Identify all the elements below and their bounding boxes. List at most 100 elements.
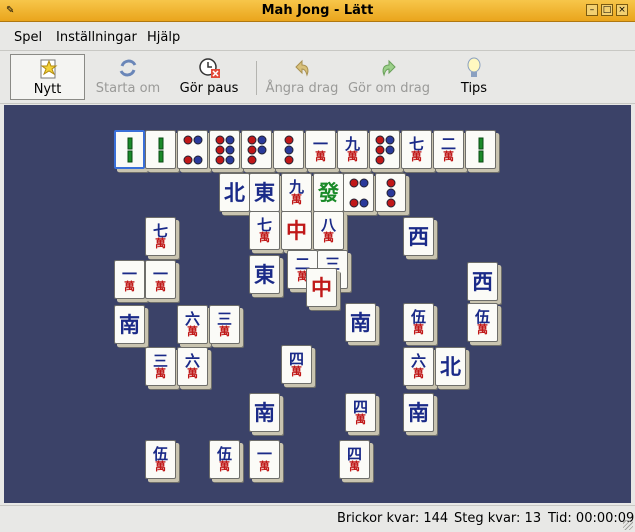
tile-glyph: 伍 <box>410 307 426 326</box>
mahjong-tile[interactable] <box>241 130 272 169</box>
circle-suit-icon <box>284 135 293 164</box>
tile-glyph: 南 <box>408 399 429 425</box>
tile-suit-glyph: 萬 <box>187 324 198 338</box>
mahjong-tile[interactable] <box>369 130 400 169</box>
mahjong-tile[interactable] <box>465 130 496 169</box>
bamboo-suit-icon <box>158 137 163 162</box>
game-board[interactable]: 一萬九萬七萬二萬北東九萬發七萬七萬中八萬西二萬三萬中東西一萬一萬南六萬三萬南伍萬… <box>4 105 631 503</box>
undo-button[interactable]: Ångra drag <box>264 54 340 100</box>
menu-spel[interactable]: Spel <box>14 30 42 45</box>
mahjong-tile[interactable]: 四萬 <box>281 345 312 384</box>
tile-suit-glyph: 萬 <box>219 324 230 338</box>
new-game-button[interactable]: Nytt <box>10 54 85 100</box>
pause-icon <box>174 57 244 79</box>
mahjong-tile[interactable]: 九萬 <box>281 173 312 212</box>
tile-suit-glyph: 萬 <box>259 230 270 244</box>
close-icon[interactable]: × <box>616 4 628 16</box>
mahjong-tile[interactable]: 伍萬 <box>209 440 240 479</box>
mahjong-tile[interactable]: 一萬 <box>249 440 280 479</box>
lightbulb-icon <box>450 57 498 79</box>
mahjong-tile[interactable]: 六萬 <box>177 347 208 386</box>
tile-suit-glyph: 萬 <box>349 459 360 473</box>
hint-button[interactable]: Tips <box>450 54 498 100</box>
mahjong-tile[interactable]: 七萬 <box>401 130 432 169</box>
tile-glyph: 發 <box>318 179 339 205</box>
mahjong-tile[interactable] <box>209 130 240 169</box>
tile-glyph: 中 <box>286 217 307 243</box>
tile-suit-glyph: 萬 <box>291 364 302 378</box>
mahjong-tile[interactable]: 七萬 <box>145 217 176 256</box>
mahjong-tile[interactable]: 二萬 <box>433 130 464 169</box>
mahjong-tile[interactable]: 中 <box>306 268 337 307</box>
maximize-icon[interactable]: □ <box>601 4 613 16</box>
tile-glyph: 東 <box>254 261 275 287</box>
menu-hjalp[interactable]: Hjälp <box>147 30 180 45</box>
mahjong-tile[interactable]: 西 <box>467 262 498 301</box>
title-bar: ✎ Mah Jong - Lätt – □ × <box>0 0 635 22</box>
tile-glyph: 七 <box>408 134 424 153</box>
tile-glyph: 一 <box>121 264 137 283</box>
tile-glyph: 六 <box>184 351 200 370</box>
mahjong-tile[interactable]: 南 <box>403 393 434 432</box>
tile-suit-glyph: 萬 <box>187 366 198 380</box>
circle-suit-icon <box>215 135 234 164</box>
tile-suit-glyph: 萬 <box>347 149 358 163</box>
mahjong-tile[interactable] <box>273 130 304 169</box>
mahjong-tile[interactable] <box>375 173 406 212</box>
mahjong-tile[interactable]: 三萬 <box>209 305 240 344</box>
mahjong-tile[interactable]: 東 <box>249 173 280 212</box>
tile-suit-glyph: 萬 <box>219 459 230 473</box>
mahjong-tile[interactable] <box>114 130 145 169</box>
pause-button[interactable]: Gör paus <box>174 54 244 100</box>
mahjong-tile[interactable]: 北 <box>219 173 250 212</box>
tile-glyph: 四 <box>346 444 362 463</box>
bamboo-suit-icon <box>127 137 132 162</box>
bamboo-suit-icon <box>478 137 483 162</box>
restart-button[interactable]: Starta om <box>92 54 164 100</box>
tile-suit-glyph: 萬 <box>124 279 135 293</box>
mahjong-tile[interactable]: 南 <box>345 303 376 342</box>
mahjong-tile[interactable]: 一萬 <box>145 260 176 299</box>
mahjong-tile[interactable]: 七萬 <box>249 211 280 250</box>
mahjong-tile[interactable]: 九萬 <box>337 130 368 169</box>
restart-icon <box>92 57 164 79</box>
mahjong-tile[interactable]: 東 <box>249 255 280 294</box>
tile-suit-glyph: 萬 <box>443 149 454 163</box>
mahjong-tile[interactable]: 四萬 <box>339 440 370 479</box>
mahjong-tile[interactable]: 六萬 <box>177 305 208 344</box>
circle-suit-icon <box>183 135 202 164</box>
mahjong-tile[interactable]: 三萬 <box>145 347 176 386</box>
tile-glyph: 伍 <box>152 444 168 463</box>
mahjong-tile[interactable]: 伍萬 <box>467 303 498 342</box>
minimize-icon[interactable]: – <box>586 4 598 16</box>
tile-glyph: 東 <box>254 179 275 205</box>
mahjong-tile[interactable]: 北 <box>435 347 466 386</box>
mahjong-tile[interactable]: 八萬 <box>313 211 344 250</box>
tiles-left: Brickor kvar: 144 <box>337 511 449 526</box>
mahjong-tile[interactable]: 一萬 <box>114 260 145 299</box>
tile-glyph: 四 <box>352 397 368 416</box>
tile-glyph: 三 <box>152 351 168 370</box>
mahjong-tile[interactable] <box>177 130 208 169</box>
tile-glyph: 伍 <box>474 307 490 326</box>
circle-suit-icon <box>247 135 266 164</box>
menu-installningar[interactable]: Inställningar <box>56 30 137 45</box>
moves-left: Steg kvar: 13 <box>454 511 542 526</box>
circle-suit-icon <box>386 178 395 207</box>
mahjong-tile[interactable]: 伍萬 <box>145 440 176 479</box>
mahjong-tile[interactable]: 南 <box>249 393 280 432</box>
resize-grip[interactable] <box>623 520 633 530</box>
tile-suit-glyph: 萬 <box>259 459 270 473</box>
mahjong-tile[interactable]: 伍萬 <box>403 303 434 342</box>
mahjong-tile[interactable]: 南 <box>114 305 145 344</box>
mahjong-tile[interactable] <box>145 130 176 169</box>
mahjong-tile[interactable]: 四萬 <box>345 393 376 432</box>
redo-button[interactable]: Gör om drag <box>345 54 433 100</box>
mahjong-tile[interactable]: 中 <box>281 211 312 250</box>
mahjong-tile[interactable]: 發 <box>313 173 344 212</box>
mahjong-tile[interactable] <box>343 173 374 212</box>
mahjong-tile[interactable]: 西 <box>403 217 434 256</box>
mahjong-tile[interactable]: 一萬 <box>305 130 336 169</box>
tile-suit-glyph: 萬 <box>155 236 166 250</box>
mahjong-tile[interactable]: 六萬 <box>403 347 434 386</box>
